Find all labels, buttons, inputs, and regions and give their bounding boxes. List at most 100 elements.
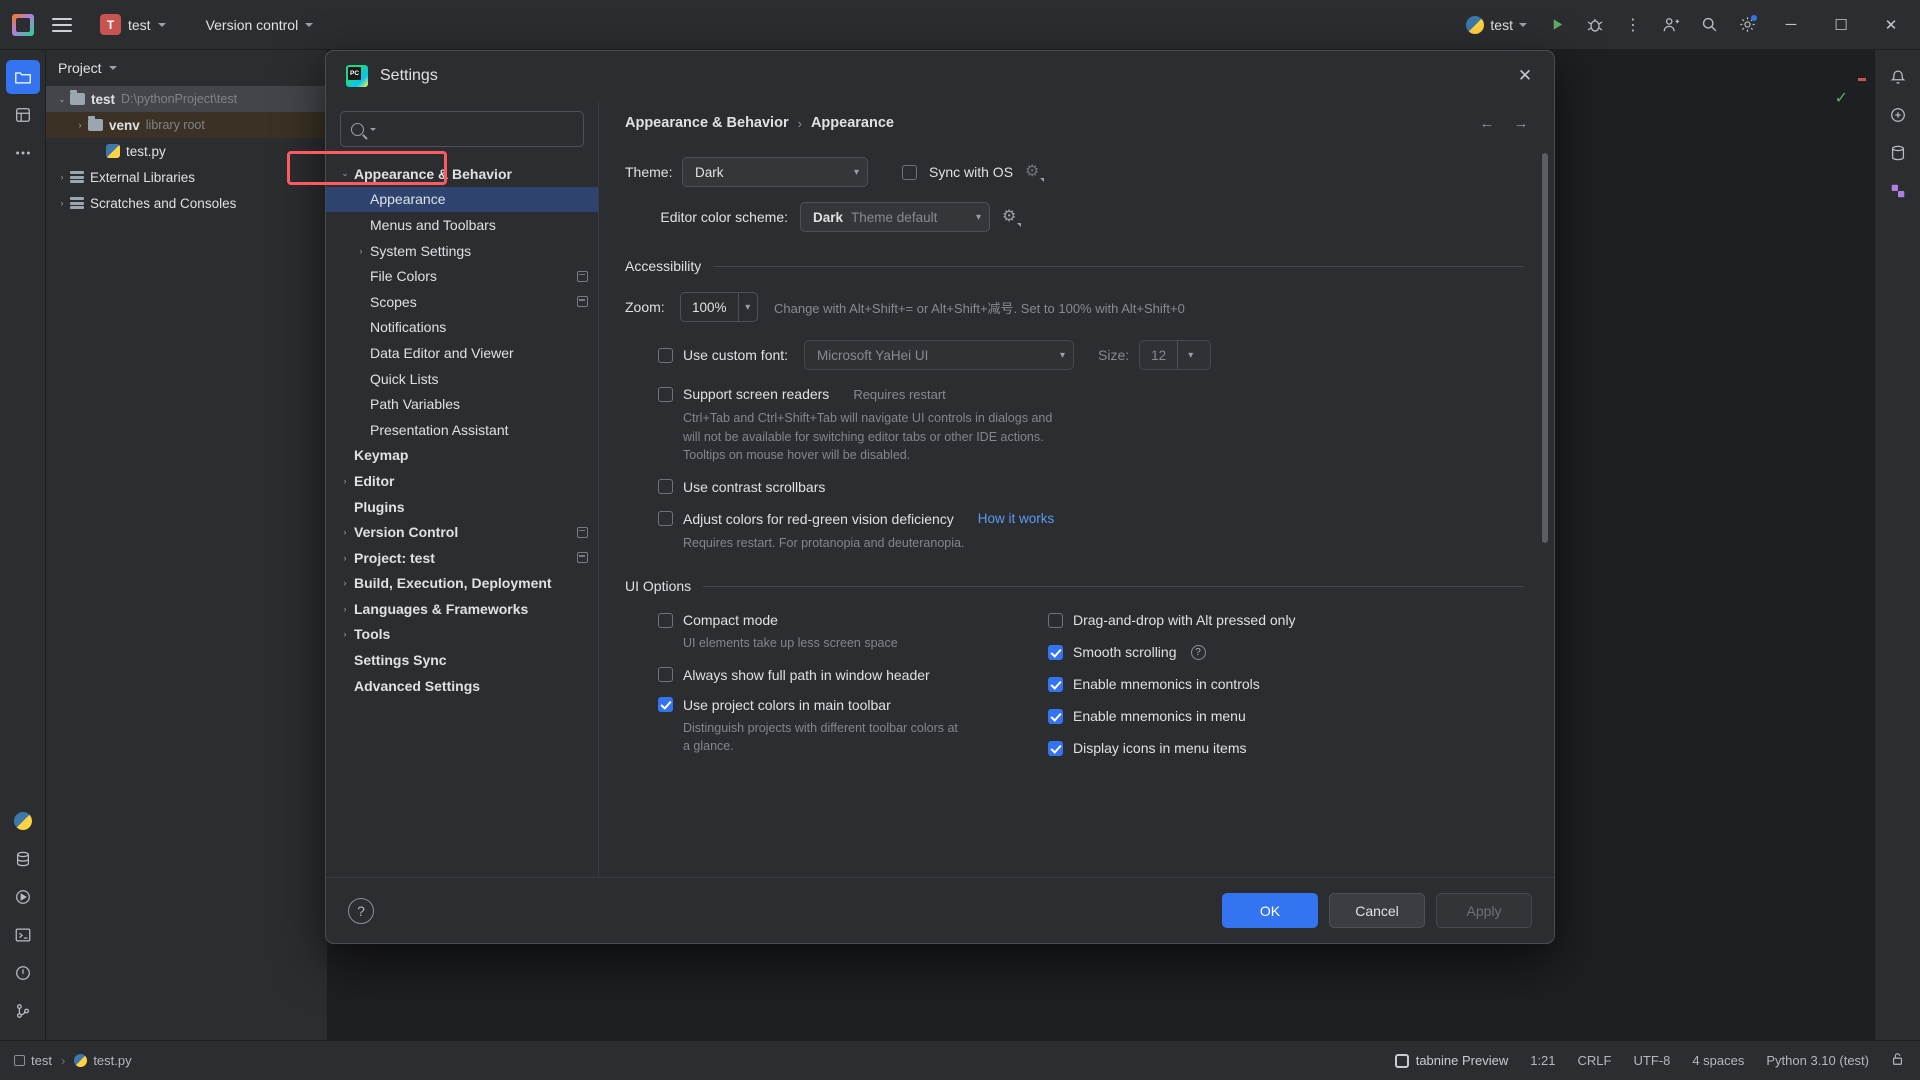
settings-tree-item-system-settings[interactable]: ›System Settings [326, 238, 598, 264]
problems-tool-button[interactable] [6, 956, 40, 990]
tabnine-status[interactable]: tabnine Preview [1395, 1053, 1509, 1068]
close-button[interactable]: ✕ [1868, 0, 1914, 50]
settings-tree-item-settings-sync[interactable]: Settings Sync [326, 647, 598, 673]
drag-and-drop-with-alt-pressed-only-checkbox[interactable] [1048, 613, 1063, 628]
file-encoding[interactable]: UTF-8 [1633, 1053, 1670, 1068]
custom-font-select[interactable]: Microsoft YaHei UI ▾ [804, 340, 1074, 370]
how-it-works-link[interactable]: How it works [978, 511, 1055, 526]
dialog-close-button[interactable]: ✕ [1510, 61, 1540, 91]
nav-back-button[interactable]: ← [1474, 110, 1500, 136]
chevron-down-icon[interactable]: ⌄ [336, 168, 354, 179]
settings-tree-item-advanced-settings[interactable]: Advanced Settings [326, 673, 598, 699]
settings-tree-item-editor[interactable]: ›Editor [326, 468, 598, 494]
zoom-stepper[interactable]: 100% ▾ [680, 292, 758, 322]
chevron-right-icon[interactable]: › [336, 629, 354, 639]
chevron-right-icon[interactable]: › [336, 527, 354, 537]
nav-forward-button[interactable]: → [1508, 110, 1534, 136]
chevron-down-icon[interactable]: ⌄ [54, 94, 70, 105]
enable-mnemonics-in-controls-checkbox[interactable] [1048, 677, 1063, 692]
settings-tree-item-plugins[interactable]: Plugins [326, 494, 598, 520]
settings-search-input[interactable] [382, 122, 573, 137]
version-control-selector[interactable]: Version control [198, 13, 322, 37]
status-file-crumb[interactable]: test.py [74, 1053, 131, 1068]
adjust-colors-red-green-checkbox[interactable] [658, 511, 673, 526]
settings-tree-item-presentation-assistant[interactable]: Presentation Assistant [326, 417, 598, 443]
chevron-right-icon[interactable]: › [72, 120, 88, 130]
unlock-icon[interactable] [1891, 1052, 1904, 1069]
cancel-button[interactable]: Cancel [1329, 893, 1425, 928]
support-screen-readers-checkbox[interactable] [658, 387, 673, 402]
tree-item-external-libraries[interactable]: › External Libraries [46, 164, 327, 190]
terminal-tool-button[interactable] [6, 918, 40, 952]
run-tool-button[interactable] [6, 880, 40, 914]
breadcrumb-parent[interactable]: Appearance & Behavior [625, 115, 789, 131]
settings-tree-item-file-colors[interactable]: File Colors [326, 263, 598, 289]
maximize-button[interactable]: ☐ [1818, 0, 1864, 50]
indent-setting[interactable]: 4 spaces [1692, 1053, 1744, 1068]
chevron-right-icon[interactable]: › [336, 578, 354, 588]
use-project-colors-in-main-toolbar-checkbox[interactable] [658, 697, 673, 712]
settings-tree-item-project-test[interactable]: ›Project: test [326, 545, 598, 571]
tree-item-scratches[interactable]: › Scratches and Consoles [46, 190, 327, 216]
use-custom-font-checkbox[interactable] [658, 348, 673, 363]
more-options-button[interactable]: ⋮ [1616, 8, 1650, 42]
display-icons-in-menu-items-checkbox[interactable] [1048, 741, 1063, 756]
settings-tree-item-appearance[interactable]: Appearance [326, 187, 598, 213]
chevron-right-icon[interactable]: › [336, 553, 354, 563]
project-tool-button[interactable] [6, 60, 40, 94]
search-icon[interactable] [1692, 8, 1726, 42]
database-tool-button[interactable] [6, 842, 40, 876]
use-contrast-scrollbars-checkbox[interactable] [658, 479, 673, 494]
ai-assistant-icon[interactable] [1881, 98, 1915, 132]
run-configuration-selector[interactable]: test [1457, 12, 1536, 38]
settings-tree-item-tools[interactable]: ›Tools [326, 622, 598, 648]
version-control-tool-button[interactable] [6, 994, 40, 1028]
scheme-settings-gear-icon[interactable] [1002, 209, 1019, 226]
settings-scrollbar[interactable] [1542, 153, 1548, 543]
help-button[interactable]: ? [348, 898, 374, 924]
settings-tree-item-keymap[interactable]: Keymap [326, 443, 598, 469]
project-selector[interactable]: T test [92, 10, 174, 39]
enable-mnemonics-in-menu-checkbox[interactable] [1048, 709, 1063, 724]
settings-tree-item-scopes[interactable]: Scopes [326, 289, 598, 315]
chevron-right-icon[interactable]: › [54, 198, 70, 208]
chevron-down-icon[interactable] [370, 128, 376, 131]
database-panel-icon[interactable] [1881, 136, 1915, 170]
chevron-down-icon[interactable]: ▾ [1177, 341, 1203, 369]
caret-position[interactable]: 1:21 [1530, 1053, 1555, 1068]
commit-tool-button[interactable] [6, 98, 40, 132]
smooth-scrolling-checkbox[interactable] [1048, 645, 1063, 660]
chevron-down-icon[interactable]: ▾ [738, 293, 757, 321]
settings-tree-item-data-editor-and-viewer[interactable]: Data Editor and Viewer [326, 340, 598, 366]
tree-item-testpy[interactable]: test.py [46, 138, 327, 164]
tree-item-venv[interactable]: › venv library root [46, 112, 327, 138]
ok-button[interactable]: OK [1222, 893, 1318, 928]
hamburger-icon[interactable] [52, 18, 72, 32]
theme-select[interactable]: Dark ▾ [682, 157, 868, 187]
help-info-icon[interactable]: ? [1191, 645, 1206, 660]
settings-tree-item-languages-frameworks[interactable]: ›Languages & Frameworks [326, 596, 598, 622]
chevron-right-icon[interactable]: › [336, 476, 354, 486]
always-show-full-path-in-window-header-checkbox[interactable] [658, 667, 673, 682]
settings-tree-item-path-variables[interactable]: Path Variables [326, 391, 598, 417]
debug-button[interactable] [1578, 8, 1612, 42]
status-project-crumb[interactable]: test [14, 1053, 52, 1068]
tree-item-test[interactable]: ⌄ test D:\pythonProject\test [46, 86, 327, 112]
settings-gear-icon[interactable] [1730, 8, 1764, 42]
settings-tree-item-menus-and-toolbars[interactable]: Menus and Toolbars [326, 212, 598, 238]
python-interpreter[interactable]: Python 3.10 (test) [1766, 1053, 1869, 1068]
settings-tree-item-notifications[interactable]: Notifications [326, 315, 598, 341]
sync-settings-gear-icon[interactable] [1025, 164, 1042, 181]
more-tool-windows-button[interactable] [6, 136, 40, 170]
compact-mode-checkbox[interactable] [658, 613, 673, 628]
notifications-icon[interactable] [1881, 60, 1915, 94]
font-size-stepper[interactable]: 12 ▾ [1139, 340, 1211, 370]
settings-tree-item-build-execution-deployment[interactable]: ›Build, Execution, Deployment [326, 571, 598, 597]
settings-tree-item-version-control[interactable]: ›Version Control [326, 519, 598, 545]
chevron-right-icon[interactable]: › [54, 172, 70, 182]
settings-search-box[interactable] [340, 111, 584, 147]
chevron-right-icon[interactable]: › [336, 604, 354, 614]
python-console-button[interactable] [6, 804, 40, 838]
sync-with-os-checkbox[interactable] [902, 165, 917, 180]
run-button[interactable] [1540, 8, 1574, 42]
